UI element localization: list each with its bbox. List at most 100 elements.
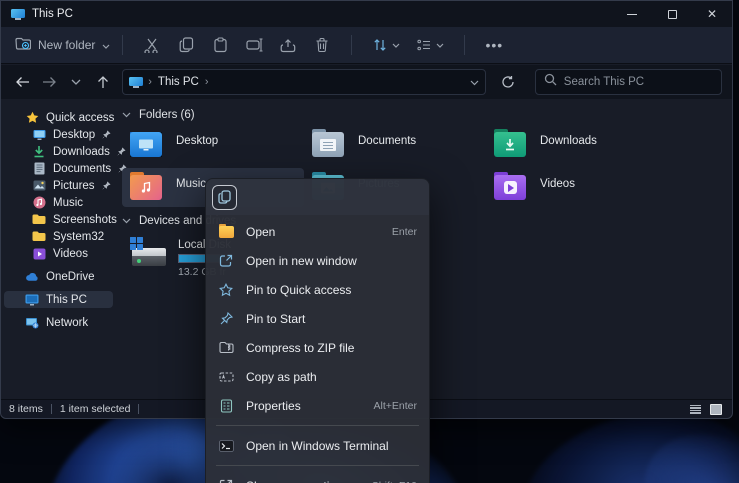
sidebar-item-system32[interactable]: System32 xyxy=(1,228,116,245)
menu-item-label: Open in Windows Terminal xyxy=(246,439,389,453)
cut-button[interactable] xyxy=(135,37,169,53)
close-icon: ✕ xyxy=(707,8,717,20)
menu-item-open-in-new-window[interactable]: Open in new window xyxy=(206,246,429,275)
address-bar[interactable]: › This PC › xyxy=(122,69,486,95)
copy-button[interactable] xyxy=(212,185,237,210)
sort-button[interactable] xyxy=(364,38,408,52)
tile-videos[interactable]: Videos xyxy=(486,168,668,207)
document-icon xyxy=(32,162,46,176)
menu-item-open[interactable]: Open Enter xyxy=(206,217,429,246)
sidebar-item-quick-access[interactable]: Quick access xyxy=(1,109,116,126)
command-toolbar: New folder xyxy=(1,27,732,64)
rename-button[interactable] xyxy=(237,38,271,52)
paste-button[interactable] xyxy=(203,37,237,53)
show-more-icon xyxy=(218,478,234,483)
open-folder-icon xyxy=(218,224,234,240)
pin-quick-access-icon xyxy=(218,282,234,298)
sidebar-item-network[interactable]: Network xyxy=(1,314,116,331)
menu-item-label: Copy as path xyxy=(246,370,317,384)
new-folder-button[interactable]: New folder xyxy=(15,37,110,54)
menu-item-label: Properties xyxy=(246,399,301,413)
breadcrumb-this-pc[interactable]: This PC xyxy=(158,76,199,88)
sidebar-item-label: This PC xyxy=(46,294,87,306)
share-button[interactable] xyxy=(271,38,305,53)
selected-count: 1 item selected xyxy=(60,403,131,415)
context-menu: Open Enter Open in new window Pin to Qui… xyxy=(205,178,430,483)
zip-icon xyxy=(218,340,234,356)
copy-button[interactable] xyxy=(169,37,203,53)
menu-item-label: Open in new window xyxy=(246,254,357,268)
tile-label: Downloads xyxy=(540,131,597,147)
sidebar-item-music[interactable]: Music xyxy=(1,194,116,211)
sidebar-item-documents[interactable]: Documents xyxy=(1,160,116,177)
up-button[interactable] xyxy=(91,75,114,89)
delete-button[interactable] xyxy=(305,37,339,53)
menu-item-label: Pin to Quick access xyxy=(246,283,351,297)
sidebar-item-desktop[interactable]: Desktop xyxy=(1,126,116,143)
tile-desktop[interactable]: Desktop xyxy=(122,125,304,164)
sidebar-item-label: Downloads xyxy=(53,146,110,158)
folders-section-header[interactable]: Folders (6) xyxy=(116,99,732,125)
menu-item-pin-to-quick-access[interactable]: Pin to Quick access xyxy=(206,275,429,304)
maximize-button[interactable] xyxy=(652,1,692,27)
sidebar-item-pictures[interactable]: Pictures xyxy=(1,177,116,194)
search-placeholder: Search This PC xyxy=(564,76,644,88)
menu-separator xyxy=(216,465,419,466)
recent-locations-button[interactable] xyxy=(65,79,88,85)
sidebar-item-downloads[interactable]: Downloads xyxy=(1,143,116,160)
search-input[interactable]: Search This PC xyxy=(535,69,722,95)
menu-item-shortcut: Shift+F10 xyxy=(372,480,417,483)
menu-item-compress-to-zip[interactable]: Compress to ZIP file xyxy=(206,333,429,362)
tile-label: Desktop xyxy=(176,131,218,147)
folder-icon xyxy=(32,230,46,244)
menu-item-copy-as-path[interactable]: Copy as path xyxy=(206,362,429,391)
menu-item-properties[interactable]: Properties Alt+Enter xyxy=(206,391,429,420)
music-icon xyxy=(32,196,46,210)
minimize-button[interactable] xyxy=(612,1,652,27)
desktop-icon xyxy=(32,128,46,142)
breadcrumb-separator: › xyxy=(205,76,209,88)
sidebar-item-screenshots[interactable]: Screenshots xyxy=(1,211,116,228)
view-button[interactable] xyxy=(408,39,452,52)
videos-icon xyxy=(32,247,46,261)
navigation-pane: Quick access Desktop Downloads xyxy=(1,99,116,399)
menu-item-label: Pin to Start xyxy=(246,312,305,326)
chevron-down-icon xyxy=(392,43,400,48)
menu-item-shortcut: Enter xyxy=(392,226,417,238)
more-icon: ••• xyxy=(486,37,504,53)
address-dropdown-button[interactable] xyxy=(470,73,479,91)
back-button[interactable] xyxy=(11,76,34,88)
sidebar-item-videos[interactable]: Videos xyxy=(1,245,116,262)
sidebar-item-onedrive[interactable]: OneDrive xyxy=(1,268,116,285)
terminal-icon xyxy=(218,438,234,454)
sidebar-item-label: Documents xyxy=(53,163,111,175)
tile-label: Music xyxy=(176,174,206,190)
sidebar-item-label: Music xyxy=(53,197,83,209)
sidebar-item-label: Network xyxy=(46,317,88,329)
menu-item-show-more-options[interactable]: Show more options Shift+F10 xyxy=(206,471,429,483)
close-button[interactable]: ✕ xyxy=(692,1,732,27)
chevron-down-icon xyxy=(436,43,444,48)
documents-folder-icon xyxy=(312,132,344,157)
this-pc-icon xyxy=(11,9,25,20)
details-view-button[interactable] xyxy=(687,402,703,416)
titlebar[interactable]: This PC ✕ xyxy=(1,1,732,27)
navigation-bar: › This PC › Search This PC xyxy=(1,65,732,99)
menu-item-pin-to-start[interactable]: Pin to Start xyxy=(206,304,429,333)
sidebar-item-this-pc[interactable]: This PC xyxy=(4,291,113,308)
tile-documents[interactable]: Documents xyxy=(304,125,486,164)
tile-downloads[interactable]: Downloads xyxy=(486,125,668,164)
downloads-folder-icon xyxy=(494,132,526,157)
search-icon xyxy=(544,73,557,91)
toolbar-separator xyxy=(122,35,123,55)
large-icons-view-button[interactable] xyxy=(708,402,724,416)
menu-item-open-in-windows-terminal[interactable]: Open in Windows Terminal xyxy=(206,431,429,460)
desktop-folder-icon xyxy=(130,132,162,157)
menu-item-label: Show more options xyxy=(246,479,349,483)
sidebar-item-label: Screenshots xyxy=(53,214,117,226)
refresh-button[interactable] xyxy=(496,75,521,89)
copy-icon xyxy=(218,190,231,204)
thispc-icon xyxy=(25,293,39,307)
more-options-button[interactable]: ••• xyxy=(477,37,511,53)
forward-button[interactable] xyxy=(38,76,61,88)
